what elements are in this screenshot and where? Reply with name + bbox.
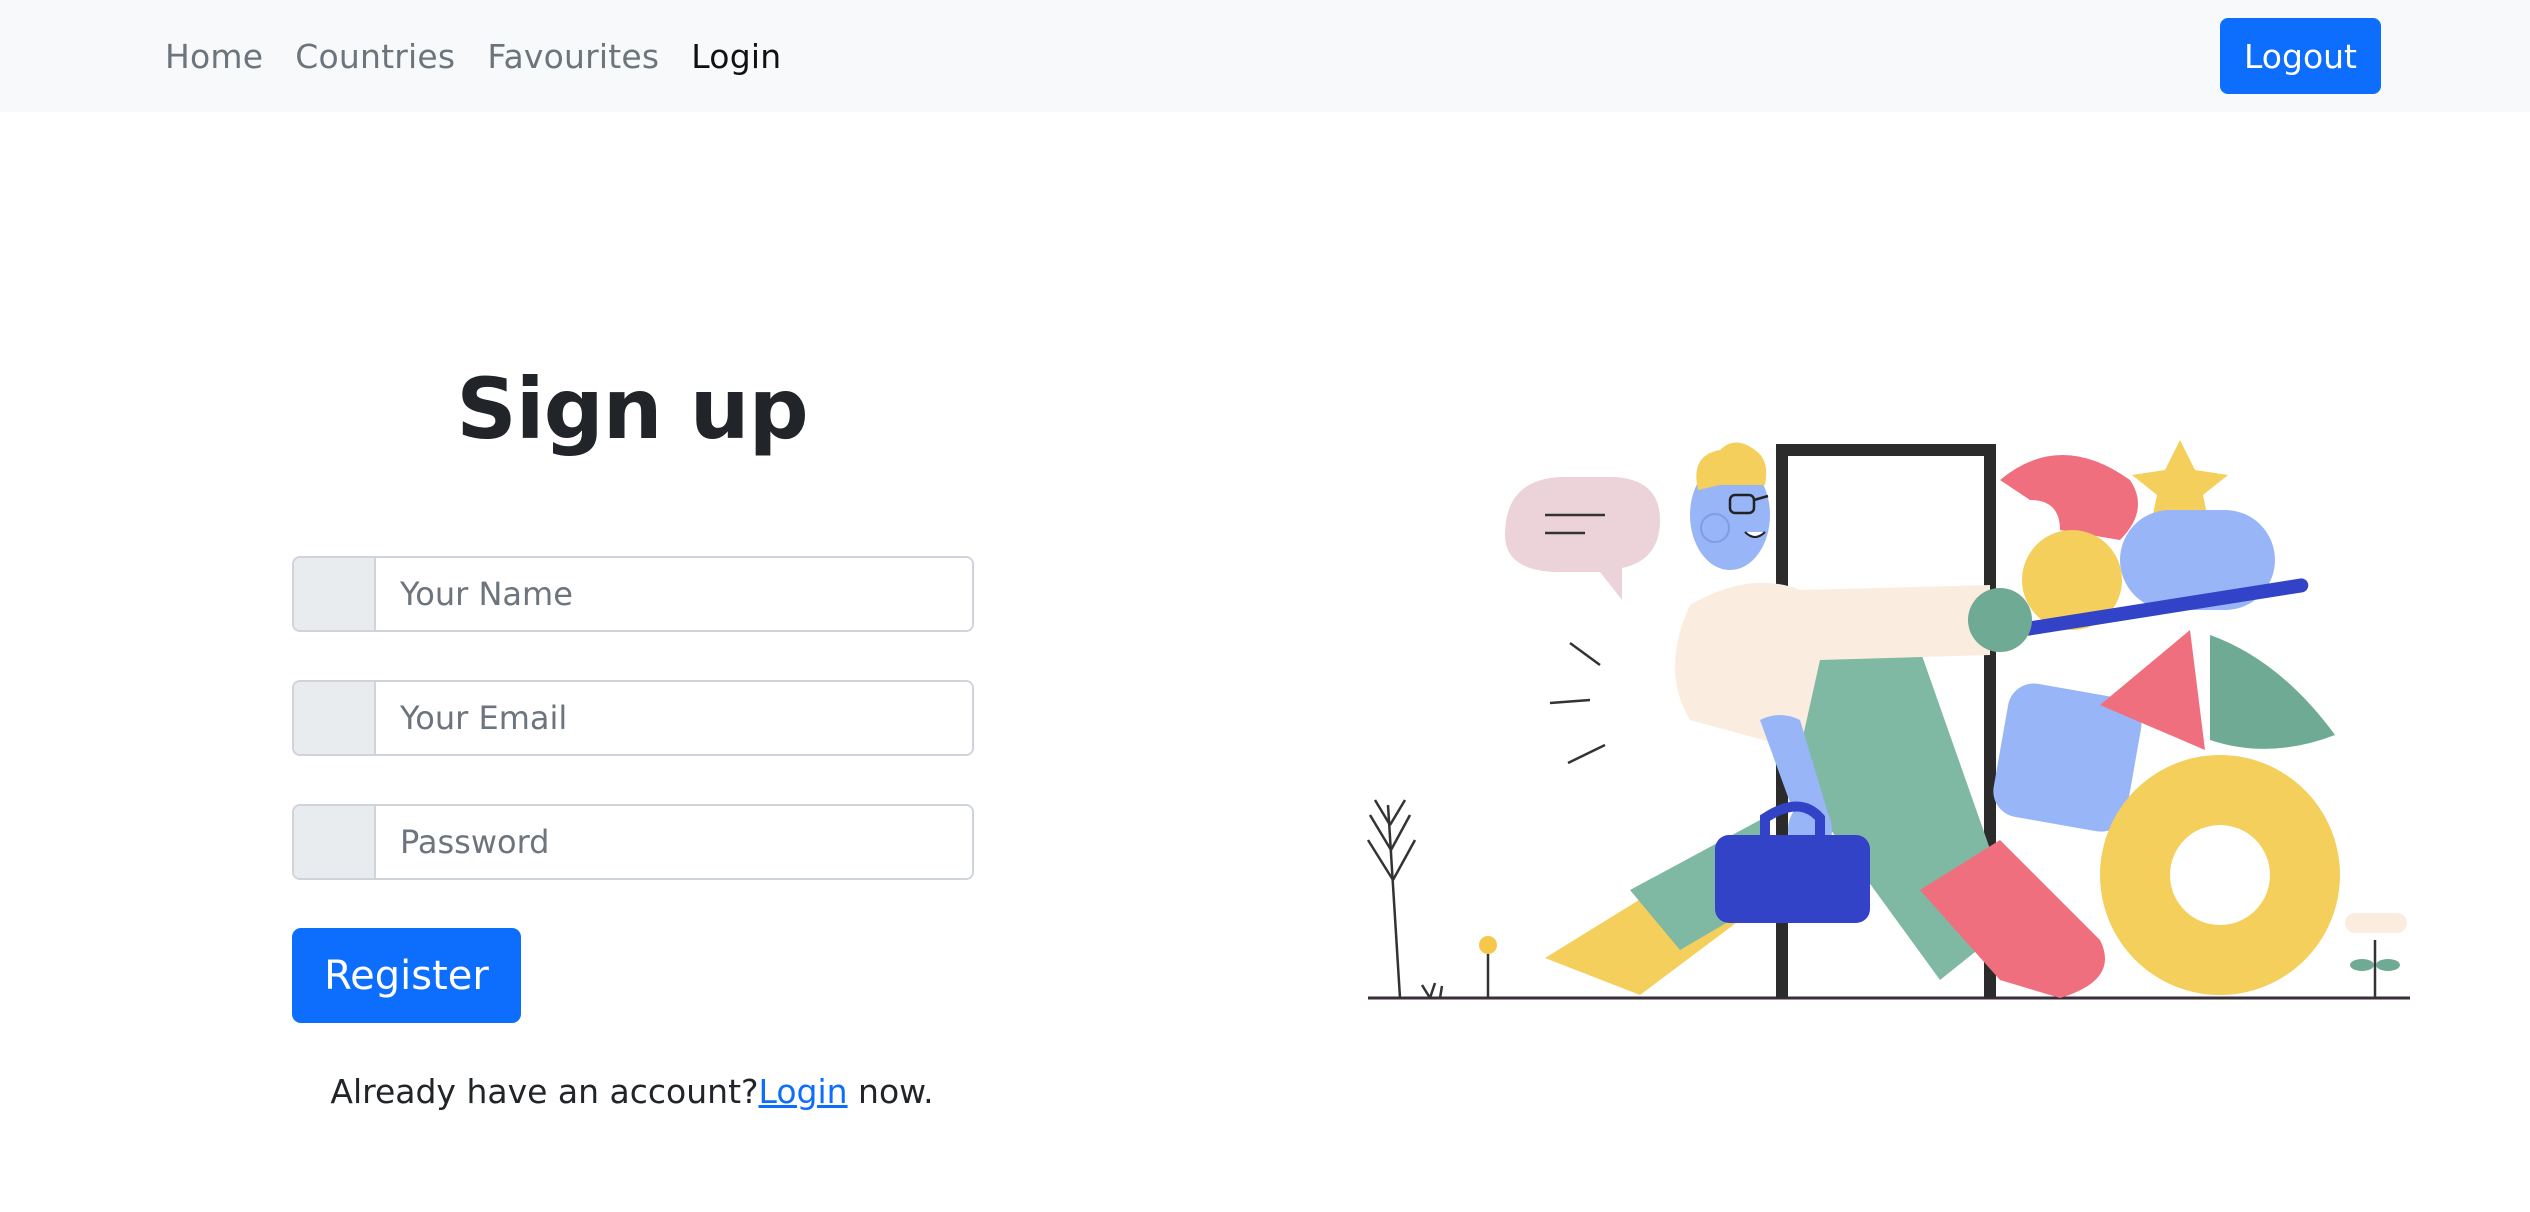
page-title: Sign up (456, 360, 808, 458)
email-input-addon (294, 682, 376, 754)
email-input[interactable] (376, 682, 972, 754)
login-prompt: Already have an account?Login now. (292, 1072, 972, 1111)
nav-link-login[interactable]: Login (691, 37, 781, 76)
register-button[interactable]: Register (292, 928, 521, 1023)
nav-links: Home Countries Favourites Login (165, 0, 781, 112)
password-input-addon (294, 806, 376, 878)
nav-link-favourites[interactable]: Favourites (487, 37, 659, 76)
login-prompt-suffix: now. (847, 1072, 934, 1111)
login-link[interactable]: Login (759, 1072, 848, 1111)
signup-illustration (1366, 440, 2410, 1000)
login-prompt-prefix: Already have an account? (330, 1072, 759, 1111)
name-input-addon (294, 558, 376, 630)
nav-link-countries[interactable]: Countries (295, 37, 455, 76)
password-input[interactable] (376, 806, 972, 878)
top-navbar: Home Countries Favourites Login Logout (0, 0, 2530, 112)
password-input-group (292, 804, 974, 880)
name-input-group (292, 556, 974, 632)
name-input[interactable] (376, 558, 972, 630)
logout-button[interactable]: Logout (2220, 18, 2381, 94)
nav-link-home[interactable]: Home (165, 37, 263, 76)
email-input-group (292, 680, 974, 756)
